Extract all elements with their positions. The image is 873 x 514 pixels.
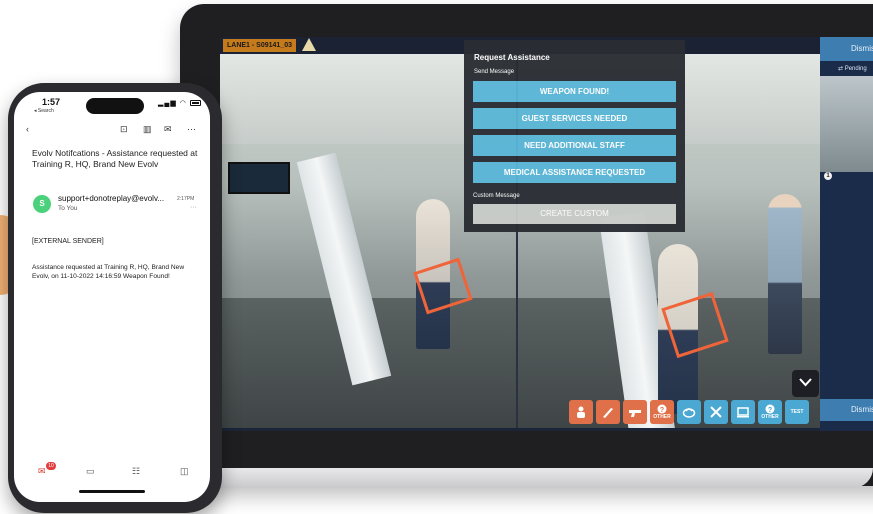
other-icon[interactable]: ? OTHER: [650, 400, 674, 424]
phone-email-screen: 1:57 ◂ Search ▂▄▆ ◠ ‹ ⊡ ▥ ✉ ⋯ Evolv Noti…: [14, 92, 210, 502]
security-monitor-screen: LANE1 - S09141_03 Request Assistance Sen…: [220, 37, 873, 431]
custom-message-label: Custom Message: [473, 193, 520, 199]
other-blue-icon[interactable]: ? OTHER: [758, 400, 782, 424]
gun-icon[interactable]: [623, 400, 647, 424]
svg-text:?: ?: [768, 407, 772, 414]
test-label: TEST: [790, 409, 804, 415]
bag-icon[interactable]: [677, 400, 701, 424]
phone-tab-bar: ✉ 10 ▭ ☷ ◫: [14, 462, 210, 482]
recipient-label: To You: [58, 205, 78, 212]
other-label: OTHER: [653, 414, 671, 420]
additional-staff-button[interactable]: NEED ADDITIONAL STAFF: [473, 135, 676, 156]
home-indicator: [79, 490, 145, 493]
lane-label[interactable]: LANE1 - S09141_03: [223, 39, 296, 52]
back-chevron-icon[interactable]: ‹: [26, 124, 29, 134]
dynamic-island: [86, 98, 144, 114]
mail-icon[interactable]: ✉: [164, 124, 172, 135]
mail-badge: 10: [46, 462, 56, 470]
back-to-search-link[interactable]: ◂ Search: [34, 108, 54, 114]
trash-icon[interactable]: ▥: [143, 124, 152, 135]
tools-icon[interactable]: [704, 400, 728, 424]
threat-category-toolbar: ? OTHER ? OTHER TEST: [569, 397, 819, 427]
collapse-button[interactable]: [792, 370, 819, 397]
chevron-down-icon: [799, 378, 812, 387]
alert-count-badge: 1: [824, 172, 832, 180]
product-showcase: LANE1 - S09141_03 Request Assistance Sen…: [0, 0, 873, 514]
wall-monitor: [228, 162, 290, 194]
wifi-icon: ◠: [179, 100, 187, 107]
guest-services-button[interactable]: GUEST SERVICES NEEDED: [473, 108, 676, 129]
battery-icon: [189, 100, 201, 107]
alerts-side-panel: Dismiss ⇄ Pending 1 Dismiss: [820, 37, 873, 431]
alert-thumbnail[interactable]: [820, 76, 873, 172]
svg-text:?: ?: [660, 407, 664, 414]
mail-tab-icon[interactable]: ✉: [38, 466, 46, 477]
swap-arrows-icon: ⇄: [838, 66, 845, 72]
warning-triangle-icon[interactable]: [302, 38, 316, 51]
status-icons: ▂▄▆ ◠: [158, 99, 201, 107]
mail-toolbar: ‹ ⊡ ▥ ✉ ⋯: [14, 122, 210, 138]
more-options-icon[interactable]: ···: [190, 204, 197, 211]
sender-address[interactable]: support+donotreplay@evolv...: [58, 194, 164, 203]
laptop-icon[interactable]: [731, 400, 755, 424]
other-label: OTHER: [761, 414, 779, 420]
laptop-base: [206, 468, 873, 488]
email-body: Assistance requested at Training R, HQ, …: [32, 264, 185, 280]
request-assistance-panel: Request Assistance Send Message WEAPON F…: [464, 40, 685, 232]
external-sender-tag: [EXTERNAL SENDER]: [32, 238, 104, 245]
staff-person: [768, 194, 802, 354]
sender-avatar[interactable]: S: [33, 195, 51, 213]
archive-icon[interactable]: ⊡: [120, 124, 128, 135]
medical-assistance-button[interactable]: MEDICAL ASSISTANCE REQUESTED: [473, 162, 676, 183]
send-message-label: Send Message: [474, 69, 515, 75]
test-icon[interactable]: TEST: [785, 400, 809, 424]
more-icon[interactable]: ⋯: [187, 124, 196, 135]
person-icon[interactable]: [569, 400, 593, 424]
dismiss-button-bottom[interactable]: Dismiss: [820, 399, 873, 421]
panel-title: Request Assistance: [474, 53, 550, 62]
dismiss-button-top[interactable]: Dismiss: [820, 37, 873, 61]
knife-icon[interactable]: [596, 400, 620, 424]
sent-time: 2:17PM: [177, 196, 195, 202]
video-tab-icon[interactable]: ◫: [180, 466, 189, 477]
chat-tab-icon[interactable]: ▭: [86, 466, 95, 477]
signal-icon: ▂▄▆: [158, 100, 177, 107]
email-subject: Evolv Notifcations - Assistance requeste…: [32, 148, 198, 169]
pending-label: ⇄ Pending: [838, 66, 867, 72]
weapon-found-button[interactable]: WEAPON FOUND!: [473, 81, 676, 102]
status-time: 1:57: [42, 97, 61, 107]
create-custom-button[interactable]: CREATE CUSTOM: [473, 204, 676, 224]
contacts-tab-icon[interactable]: ☷: [132, 466, 140, 477]
